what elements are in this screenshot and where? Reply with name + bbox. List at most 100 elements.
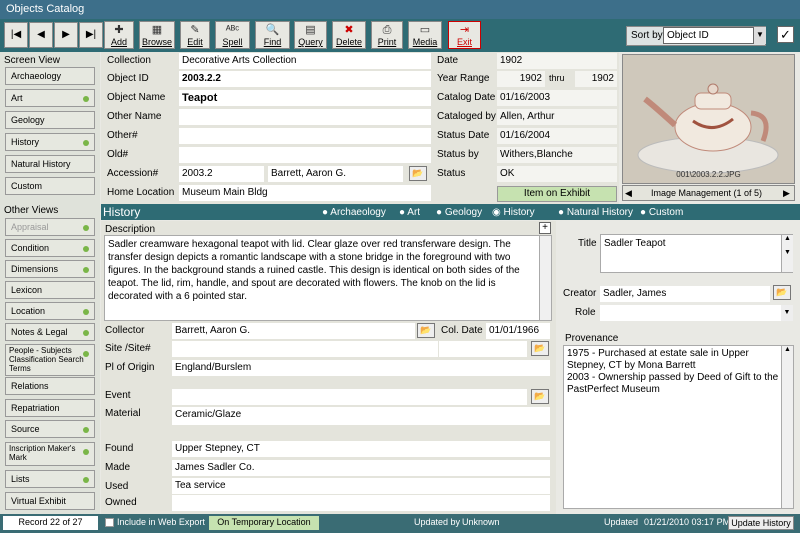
material-field[interactable]: Ceramic/Glaze [172, 407, 550, 425]
folder-icon[interactable]: 📂 [417, 323, 435, 338]
nav-item-history[interactable]: History [5, 133, 95, 151]
prev-record-icon[interactable]: ◀ [29, 22, 53, 48]
nav-item-art[interactable]: Art [5, 89, 95, 107]
first-record-icon[interactable]: |◀ [4, 22, 28, 48]
site-number-field[interactable] [439, 341, 527, 357]
year-range-label: Year Range [437, 73, 490, 84]
nav-item-inscription-maker-s-mark[interactable]: Inscription Maker's Mark [5, 442, 95, 466]
nav-item-custom[interactable]: Custom [5, 177, 95, 195]
chevron-down-icon[interactable]: ▼ [781, 305, 793, 321]
nav-item-condition[interactable]: Condition [5, 239, 95, 257]
media-button[interactable]: ▭ Media [408, 21, 442, 49]
year-to-field[interactable]: 1902 [575, 71, 617, 87]
radio-natural-history[interactable]: ● Natural History [558, 207, 633, 218]
title-scrollbar[interactable]: ▲ ▼ [781, 235, 793, 272]
found-field[interactable]: Upper Stepney, CT [172, 441, 550, 457]
folder-icon[interactable]: 📂 [531, 389, 549, 404]
cataloged-by-field[interactable]: Allen, Arthur [497, 109, 617, 125]
collector-field[interactable]: Barrett, Aaron G. [172, 323, 415, 339]
title-field[interactable]: Sadler Teapot [600, 234, 793, 273]
nav-item-dimensions[interactable]: Dimensions [5, 260, 95, 278]
nav-item-archaeology[interactable]: Archaeology [5, 67, 95, 85]
cataloged-by-label: Cataloged by [437, 111, 496, 122]
last-record-icon[interactable]: ▶| [79, 22, 103, 48]
used-field[interactable]: Tea service [172, 478, 550, 494]
nav-item-notes-legal[interactable]: Notes & Legal [5, 323, 95, 341]
nav-item-lexicon[interactable]: Lexicon [5, 281, 95, 299]
add-button[interactable]: ✚ Add [104, 21, 134, 49]
nav-item-appraisal[interactable]: Appraisal [5, 218, 95, 236]
image-management-button[interactable]: Image Management (1 of 5) [651, 188, 762, 198]
radio-geology[interactable]: ● Geology [436, 207, 482, 218]
nav-item-label: Relations [11, 381, 49, 391]
nav-item-label: Inscription Maker's Mark [9, 444, 76, 462]
home-location-field[interactable]: Museum Main Bldg [179, 185, 431, 201]
web-export-checkbox[interactable] [105, 518, 114, 527]
image-prev-icon[interactable]: ◀ [625, 188, 632, 199]
description-scrollbar[interactable] [539, 236, 551, 320]
nav-item-people-subjects-classification-search-terms[interactable]: People - Subjects Classification Search … [5, 344, 95, 376]
nav-item-geology[interactable]: Geology [5, 111, 95, 129]
edit-button[interactable]: ✎ Edit [180, 21, 210, 49]
date-field[interactable]: 1902 [497, 53, 617, 69]
object-name-field[interactable]: Teapot [179, 90, 431, 106]
update-history-button[interactable]: Update History [728, 516, 794, 530]
catalog-date-field[interactable]: 01/16/2003 [497, 90, 617, 106]
object-image[interactable]: 001\2003.2.2.JPG [622, 54, 795, 184]
folder-icon[interactable]: 📂 [531, 341, 549, 356]
folder-icon[interactable]: 📂 [773, 285, 791, 300]
nav-item-repatriation[interactable]: Repatriation [5, 399, 95, 417]
checkmark-icon[interactable]: ✓ [777, 26, 794, 43]
nav-item-location[interactable]: Location [5, 302, 95, 320]
expand-icon[interactable]: + [539, 222, 551, 234]
col-date-field[interactable]: 01/01/1966 [486, 323, 550, 339]
radio-art[interactable]: ● Art [399, 207, 420, 218]
accession-field[interactable]: 2003.2 [179, 166, 264, 182]
nav-item-label: Dimensions [11, 264, 59, 274]
provenance-field[interactable]: 1975 - Purchased at estate sale in Upper… [563, 345, 794, 509]
exit-button[interactable]: ⇥ Exit [448, 21, 481, 49]
folder-icon[interactable]: 📂 [409, 166, 427, 181]
owned-field[interactable] [172, 495, 550, 511]
status-field[interactable]: OK [497, 166, 617, 182]
radio-archaeology[interactable]: ● Archaeology [322, 207, 386, 218]
sort-by-select[interactable]: Object ID [663, 27, 766, 44]
provenance-scrollbar[interactable]: ▲ [781, 346, 793, 508]
nav-item-virtual-exhibit[interactable]: Virtual Exhibit [5, 492, 95, 510]
nav-item-natural-history[interactable]: Natural History [5, 155, 95, 173]
find-button[interactable]: 🔍 Find [255, 21, 290, 49]
year-from-field[interactable]: 1902 [497, 71, 545, 87]
chevron-down-icon[interactable]: ▼ [753, 27, 766, 44]
radio-custom[interactable]: ● Custom [640, 207, 683, 218]
nav-item-lists[interactable]: Lists [5, 470, 95, 488]
made-field[interactable]: James Sadler Co. [172, 460, 550, 476]
accession-person-field[interactable]: Barrett, Aaron G. [268, 166, 403, 182]
status-by-field[interactable]: Withers,Blanche [497, 147, 617, 163]
spell-button[interactable]: ᴬᴮᶜ Spell [215, 21, 250, 49]
object-id-field[interactable]: 2003.2.2 [179, 71, 431, 87]
site-field[interactable] [172, 341, 438, 357]
other-name-field[interactable] [179, 109, 431, 125]
image-next-icon[interactable]: ▶ [783, 188, 790, 199]
role-field[interactable] [600, 305, 793, 321]
origin-field[interactable]: England/Burslem [172, 360, 550, 376]
event-field[interactable] [172, 389, 527, 405]
creator-field[interactable]: Sadler, James [600, 286, 770, 302]
collection-field[interactable]: Decorative Arts Collection [179, 53, 431, 69]
browse-button[interactable]: ▦ Browse [139, 21, 175, 49]
print-button[interactable]: ⎙ Print [371, 21, 403, 49]
nav-item-relations[interactable]: Relations [5, 377, 95, 395]
other-number-field[interactable] [179, 128, 431, 144]
nav-item-source[interactable]: Source [5, 420, 95, 438]
query-button[interactable]: ▤ Query [294, 21, 327, 49]
radio-label: History [503, 207, 535, 218]
next-record-icon[interactable]: ▶ [54, 22, 78, 48]
location-badge[interactable]: On Temporary Location [209, 516, 319, 530]
delete-button[interactable]: ✖ Delete [332, 21, 366, 49]
radio-history[interactable]: ◉ History [492, 207, 535, 218]
status-date-field[interactable]: 01/16/2004 [497, 128, 617, 144]
exhibit-badge[interactable]: Item on Exhibit [497, 186, 617, 202]
old-number-field[interactable] [179, 147, 431, 163]
delete-icon: ✖ [344, 24, 354, 36]
description-field[interactable]: Sadler creamware hexagonal teapot with l… [104, 235, 552, 321]
